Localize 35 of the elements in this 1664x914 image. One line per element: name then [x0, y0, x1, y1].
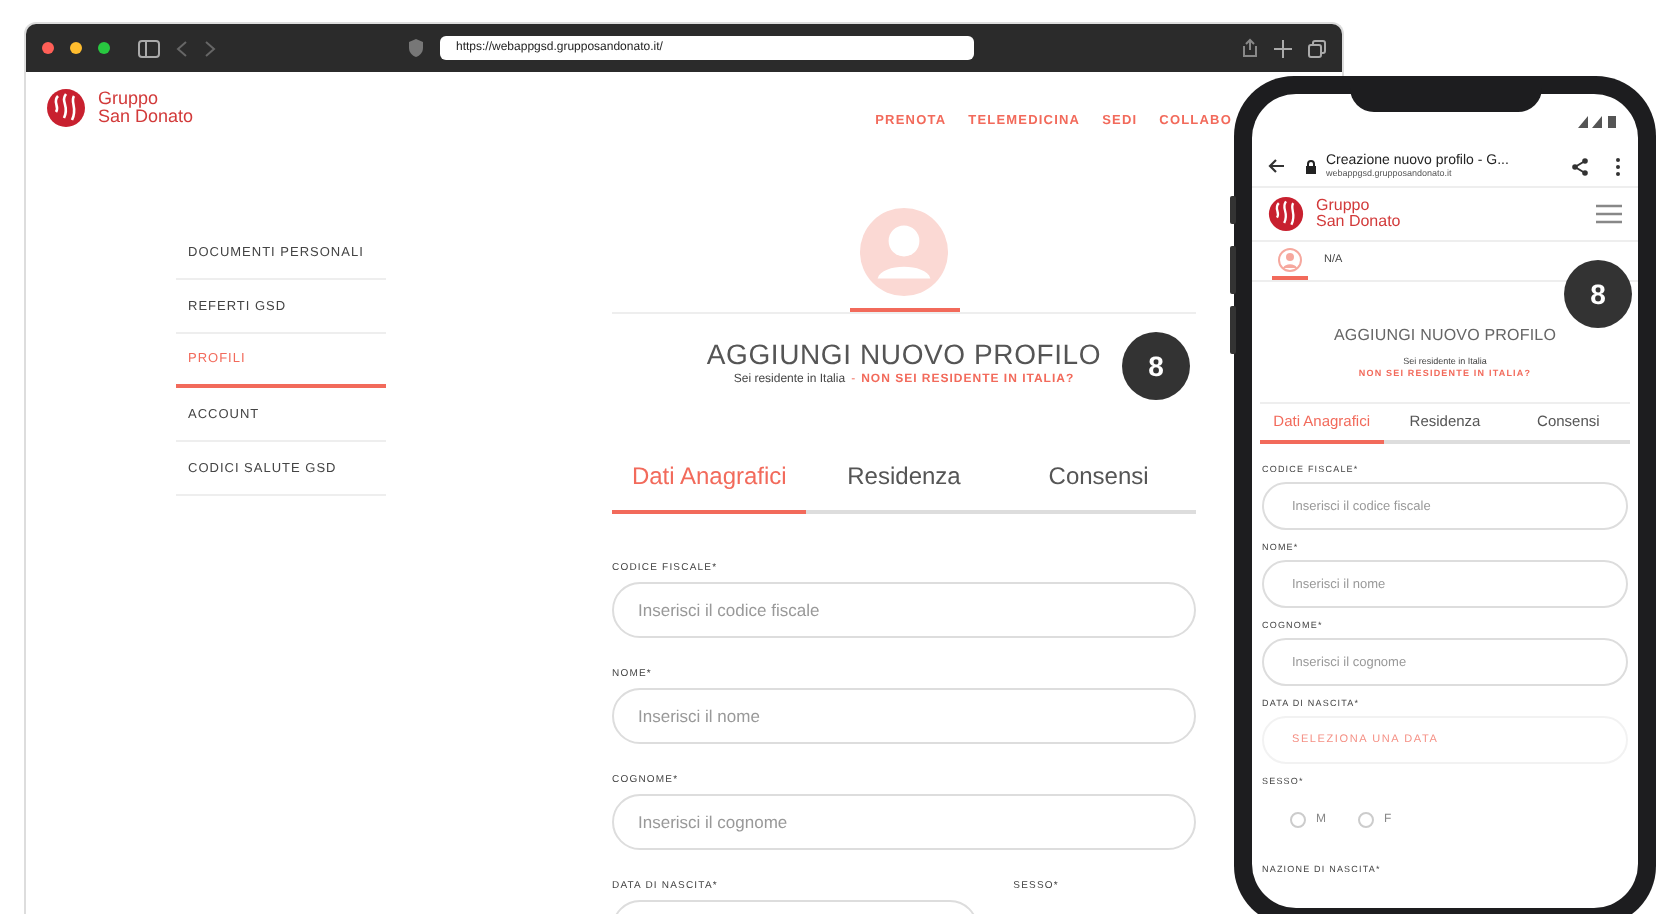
plus-icon[interactable]: [1274, 39, 1292, 57]
zoom-button[interactable]: [98, 42, 110, 54]
step-badge: 8: [1122, 332, 1190, 400]
status-icons: [1578, 116, 1618, 128]
sidebar-icon[interactable]: [138, 39, 160, 57]
input-field[interactable]: Inserisci il codice fiscale: [612, 582, 1196, 638]
back-icon[interactable]: [176, 39, 188, 57]
page-title: AGGIUNGI NUOVO PROFILO: [706, 338, 1102, 370]
tab[interactable]: Residenza: [806, 462, 1002, 514]
logo-text: Gruppo: [1316, 198, 1372, 214]
logo-text: Gruppo: [98, 90, 161, 108]
close-button[interactable]: [42, 42, 54, 54]
more-icon[interactable]: [1614, 157, 1622, 175]
lock-icon: [1306, 159, 1316, 173]
page-title: AGGIUNGI NUOVO PROFILO: [1331, 326, 1559, 344]
input-field[interactable]: Inserisci il cognome: [612, 794, 1196, 850]
tab[interactable]: Dati Anagrafici: [612, 462, 807, 514]
menu-icon[interactable]: [1596, 204, 1622, 224]
logo-text: San Donato: [1316, 214, 1401, 230]
logo-icon: [1268, 196, 1304, 232]
tab[interactable]: Consensi: [1001, 462, 1196, 514]
forward-icon[interactable]: [204, 39, 216, 57]
radio-button[interactable]: [1290, 812, 1306, 828]
user-avatar-icon: [860, 208, 948, 296]
logo-text: San Donato: [98, 108, 194, 126]
minimize-button[interactable]: [70, 42, 82, 54]
radio-button[interactable]: [1358, 812, 1374, 828]
shield-icon: [408, 38, 424, 58]
user-icon: [1278, 248, 1302, 272]
share-icon[interactable]: [1572, 157, 1588, 175]
logo-icon: [46, 88, 86, 128]
back-arrow-icon[interactable]: [1268, 158, 1284, 174]
step-badge: 8: [1564, 260, 1632, 328]
tabs-icon[interactable]: [1308, 39, 1326, 57]
input-field[interactable]: Inserisci il nome: [612, 688, 1196, 744]
